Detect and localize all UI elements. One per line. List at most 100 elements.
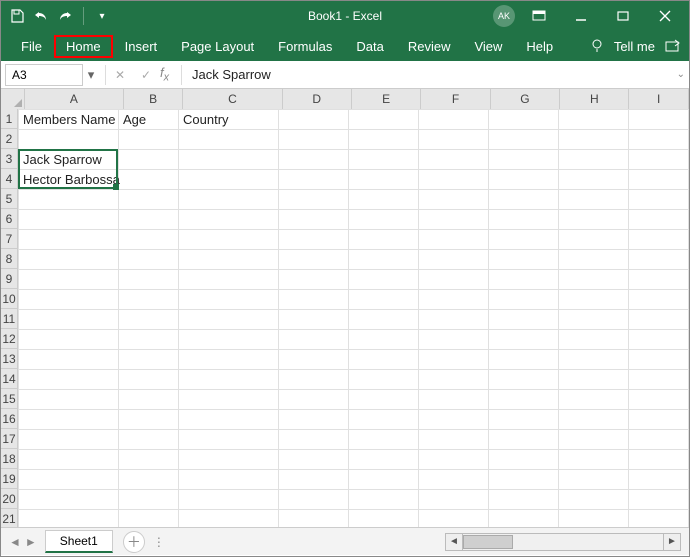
cell-E5[interactable] [349, 190, 419, 210]
cell-D16[interactable] [279, 410, 349, 430]
scroll-left-button[interactable]: ◄ [445, 533, 463, 551]
row-header-1[interactable]: 1 [1, 109, 18, 129]
cell-G5[interactable] [489, 190, 559, 210]
cell-A15[interactable] [19, 390, 119, 410]
cell-A17[interactable] [19, 430, 119, 450]
cell-E8[interactable] [349, 250, 419, 270]
cell-G8[interactable] [489, 250, 559, 270]
cell-A2[interactable] [19, 130, 119, 150]
cell-G7[interactable] [489, 230, 559, 250]
cell-E3[interactable] [349, 150, 419, 170]
cell-A10[interactable] [19, 290, 119, 310]
ribbon-tab-review[interactable]: Review [396, 35, 463, 58]
cell-C10[interactable] [179, 290, 279, 310]
cell-G11[interactable] [489, 310, 559, 330]
cell-B11[interactable] [119, 310, 179, 330]
row-header-11[interactable]: 11 [1, 309, 18, 329]
cell-B2[interactable] [119, 130, 179, 150]
cell-H18[interactable] [559, 450, 629, 470]
cell-A11[interactable] [19, 310, 119, 330]
cell-C21[interactable] [179, 510, 279, 528]
cell-I7[interactable] [629, 230, 689, 250]
cell-B13[interactable] [119, 350, 179, 370]
cell-E15[interactable] [349, 390, 419, 410]
new-sheet-button[interactable]: ＋ [123, 531, 145, 553]
cell-G15[interactable] [489, 390, 559, 410]
cell-F14[interactable] [419, 370, 489, 390]
cell-F18[interactable] [419, 450, 489, 470]
cell-I14[interactable] [629, 370, 689, 390]
cell-H17[interactable] [559, 430, 629, 450]
tellme-bulb-icon[interactable] [590, 39, 604, 53]
cell-D13[interactable] [279, 350, 349, 370]
cell-H9[interactable] [559, 270, 629, 290]
cell-E21[interactable] [349, 510, 419, 528]
cell-D12[interactable] [279, 330, 349, 350]
cell-D10[interactable] [279, 290, 349, 310]
cell-A6[interactable] [19, 210, 119, 230]
cell-C12[interactable] [179, 330, 279, 350]
cell-F15[interactable] [419, 390, 489, 410]
cell-A16[interactable] [19, 410, 119, 430]
cell-A3[interactable]: Jack Sparrow [19, 150, 119, 170]
row-header-4[interactable]: 4 [1, 169, 18, 189]
column-header-G[interactable]: G [491, 89, 560, 109]
column-header-F[interactable]: F [421, 89, 490, 109]
cell-D21[interactable] [279, 510, 349, 528]
cell-I6[interactable] [629, 210, 689, 230]
cell-A5[interactable] [19, 190, 119, 210]
cell-B9[interactable] [119, 270, 179, 290]
cell-D8[interactable] [279, 250, 349, 270]
formula-bar-input[interactable] [188, 65, 689, 84]
cell-E13[interactable] [349, 350, 419, 370]
cell-I20[interactable] [629, 490, 689, 510]
cell-I8[interactable] [629, 250, 689, 270]
column-header-D[interactable]: D [283, 89, 352, 109]
undo-icon[interactable] [33, 8, 49, 24]
sheet-tab-active[interactable]: Sheet1 [45, 530, 113, 553]
cell-I4[interactable] [629, 170, 689, 190]
cell-D5[interactable] [279, 190, 349, 210]
cell-D19[interactable] [279, 470, 349, 490]
cell-A9[interactable] [19, 270, 119, 290]
sheet-nav-next-icon[interactable]: ► [25, 535, 37, 549]
user-avatar[interactable]: AK [493, 5, 515, 27]
cell-H20[interactable] [559, 490, 629, 510]
row-header-5[interactable]: 5 [1, 189, 18, 209]
cell-B1[interactable]: Age [119, 110, 179, 130]
cell-E18[interactable] [349, 450, 419, 470]
cell-F16[interactable] [419, 410, 489, 430]
cell-G12[interactable] [489, 330, 559, 350]
sheet-options-icon[interactable]: ⋮ [153, 535, 167, 549]
cell-C18[interactable] [179, 450, 279, 470]
name-box-dropdown-icon[interactable]: ▾ [83, 67, 99, 83]
cell-F9[interactable] [419, 270, 489, 290]
cell-B17[interactable] [119, 430, 179, 450]
cell-D4[interactable] [279, 170, 349, 190]
cell-B18[interactable] [119, 450, 179, 470]
cell-C7[interactable] [179, 230, 279, 250]
minimize-button[interactable] [563, 1, 599, 31]
cell-H19[interactable] [559, 470, 629, 490]
cell-G19[interactable] [489, 470, 559, 490]
cell-B7[interactable] [119, 230, 179, 250]
cell-C3[interactable] [179, 150, 279, 170]
expand-formula-bar-icon[interactable]: ⌄ [677, 69, 685, 80]
cell-E6[interactable] [349, 210, 419, 230]
cell-C20[interactable] [179, 490, 279, 510]
cell-F4[interactable] [419, 170, 489, 190]
cell-G6[interactable] [489, 210, 559, 230]
row-header-19[interactable]: 19 [1, 469, 18, 489]
cell-G20[interactable] [489, 490, 559, 510]
cell-H3[interactable] [559, 150, 629, 170]
cell-H8[interactable] [559, 250, 629, 270]
cell-H7[interactable] [559, 230, 629, 250]
cell-G16[interactable] [489, 410, 559, 430]
cell-H2[interactable] [559, 130, 629, 150]
cell-I3[interactable] [629, 150, 689, 170]
cell-I5[interactable] [629, 190, 689, 210]
cell-E20[interactable] [349, 490, 419, 510]
cell-I12[interactable] [629, 330, 689, 350]
row-header-18[interactable]: 18 [1, 449, 18, 469]
tellme-text[interactable]: Tell me [614, 39, 655, 54]
